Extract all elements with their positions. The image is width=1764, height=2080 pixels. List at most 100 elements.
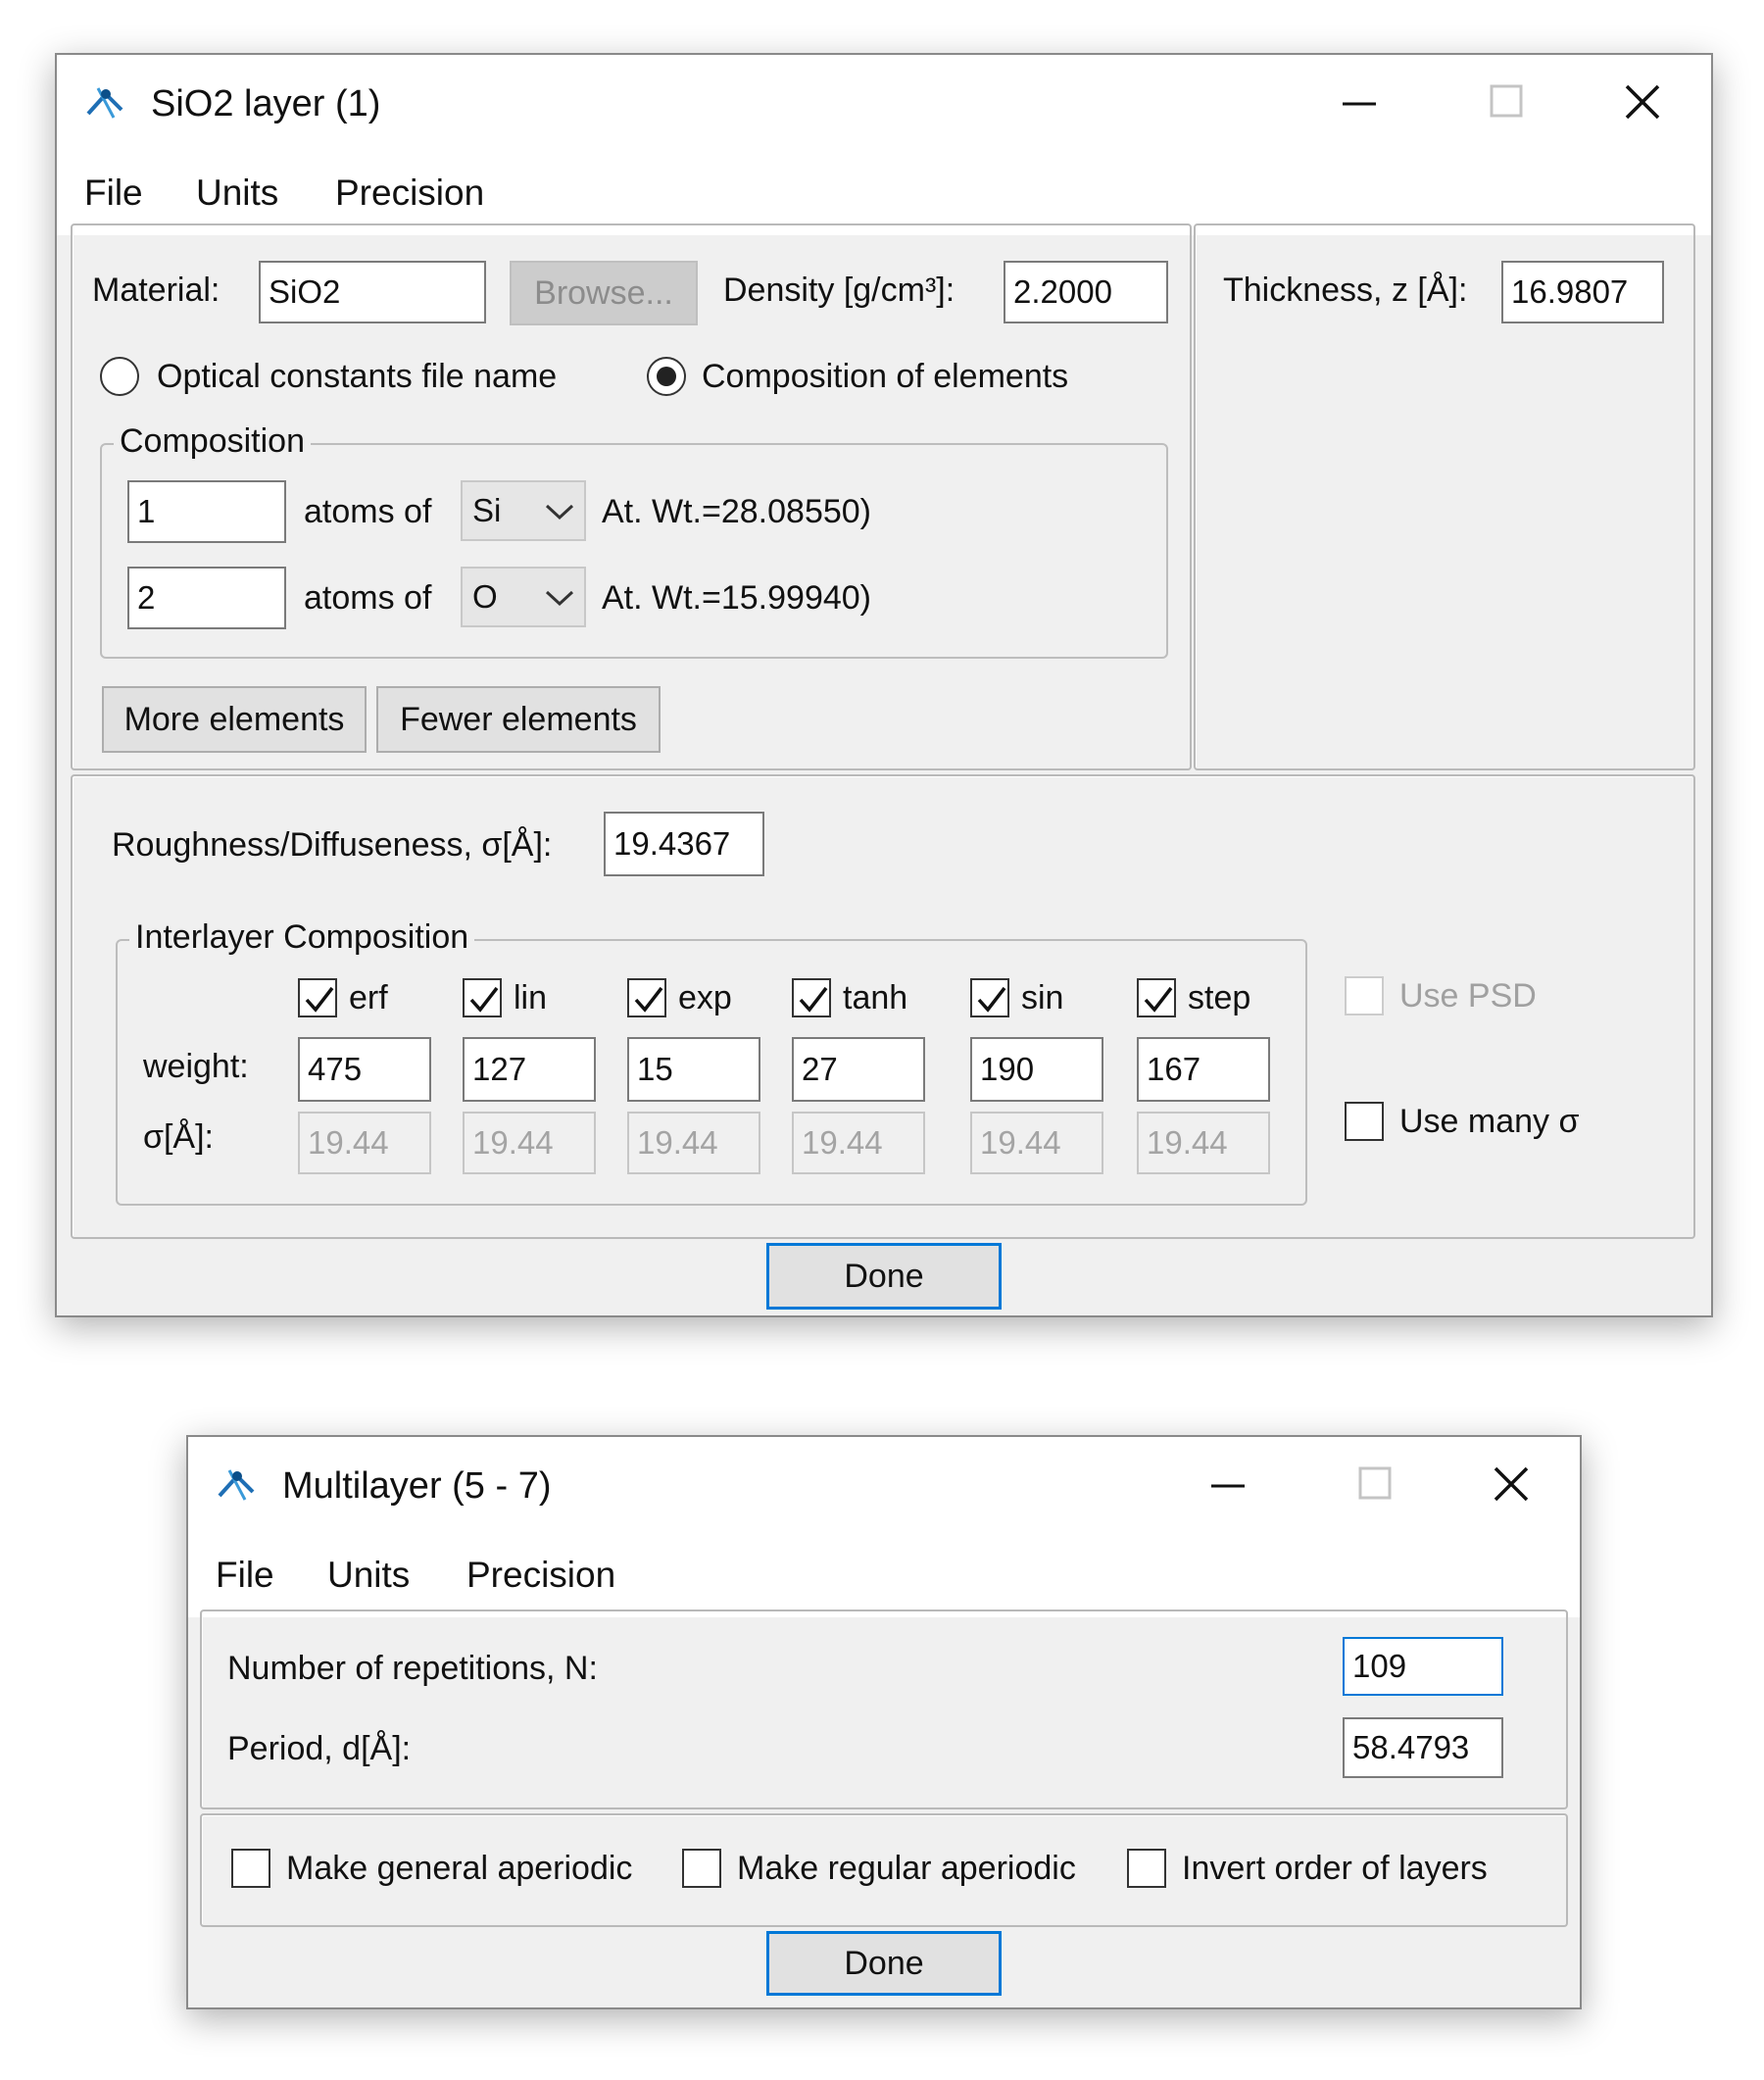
density-input[interactable]: 2.2000 (1004, 261, 1168, 323)
composition-count-input[interactable]: 1 (127, 480, 286, 543)
sin-label: sin (1021, 979, 1064, 1016)
done-button[interactable]: Done (766, 1243, 1002, 1310)
roughness-label: Roughness/Diffuseness, σ[Å]: (112, 826, 553, 864)
element-select-value: O (472, 578, 498, 615)
done-button[interactable]: Done (766, 1931, 1002, 1996)
period-label: Period, d[Å]: (227, 1730, 412, 1767)
erf-checkbox[interactable] (298, 978, 337, 1017)
use-psd-checkbox[interactable] (1345, 976, 1384, 1015)
step-sigma-input: 19.44 (1137, 1112, 1270, 1174)
browse-button[interactable]: Browse... (510, 261, 698, 325)
check-icon (634, 986, 663, 1013)
use-many-sigma-checkbox[interactable] (1345, 1102, 1384, 1141)
composition-group: Composition 1 atoms of Si At. Wt.=28.085… (100, 420, 1168, 659)
menu-precision[interactable]: Precision (466, 1553, 615, 1598)
atomic-weight-label: At. Wt.=28.08550) (602, 493, 871, 530)
optical-constants-label: Optical constants file name (157, 358, 558, 395)
interlayer-group-title: Interlayer Composition (129, 916, 475, 959)
title-bar: Multilayer (5 - 7) (188, 1437, 1580, 1535)
material-panel: Material: SiO2 Browse... Density [g/cm³]… (71, 223, 1192, 770)
material-label: Material: (92, 272, 220, 309)
window-title: Multilayer (5 - 7) (282, 1465, 552, 1507)
close-button[interactable] (1584, 55, 1701, 153)
more-elements-button[interactable]: More elements (102, 686, 367, 753)
exp-weight-input[interactable]: 15 (627, 1037, 760, 1102)
repetitions-panel: Number of repetitions, N: 109 Period, d[… (200, 1610, 1568, 1809)
maximize-icon (1358, 1466, 1392, 1500)
roughness-panel: Roughness/Diffuseness, σ[Å]: 19.4367 Int… (71, 774, 1695, 1239)
check-icon (305, 986, 334, 1013)
atoms-of-label: atoms of (304, 493, 432, 530)
close-button[interactable] (1452, 1437, 1570, 1535)
make-general-aperiodic-label: Make general aperiodic (286, 1850, 633, 1887)
roughness-input[interactable]: 19.4367 (604, 812, 764, 876)
use-psd-label: Use PSD (1399, 977, 1537, 1015)
lin-checkbox[interactable] (463, 978, 502, 1017)
lin-weight-input[interactable]: 127 (463, 1037, 596, 1102)
step-label: step (1188, 979, 1251, 1016)
lin-label: lin (514, 979, 548, 1016)
sin-weight-input[interactable]: 190 (970, 1037, 1103, 1102)
sin-sigma-input: 19.44 (970, 1112, 1103, 1174)
sio2-layer-window: SiO2 layer (1) File Units Precision Mate… (55, 53, 1713, 1317)
density-label: Density [g/cm³]: (723, 272, 956, 309)
minimize-button[interactable] (1168, 1437, 1286, 1535)
menu-file[interactable]: File (84, 171, 143, 216)
menu-bar: File Units Precision (188, 1535, 1580, 1617)
close-icon (1494, 1466, 1529, 1502)
tanh-checkbox[interactable] (792, 978, 831, 1017)
check-icon (799, 986, 828, 1013)
repetitions-input[interactable]: 109 (1343, 1637, 1503, 1696)
use-many-sigma-label: Use many σ (1399, 1103, 1580, 1140)
title-bar: SiO2 layer (1) (57, 55, 1711, 153)
material-input[interactable]: SiO2 (259, 261, 486, 323)
make-regular-aperiodic-checkbox[interactable] (682, 1849, 721, 1888)
menu-units[interactable]: Units (327, 1553, 410, 1598)
tanh-label: tanh (843, 979, 908, 1016)
exp-sigma-input: 19.44 (627, 1112, 760, 1174)
erf-weight-input[interactable]: 475 (298, 1037, 431, 1102)
maximize-icon (1490, 84, 1523, 118)
minimize-button[interactable] (1299, 55, 1417, 153)
thickness-input[interactable]: 16.9807 (1501, 261, 1664, 323)
exp-checkbox[interactable] (627, 978, 666, 1017)
minimize-icon (1343, 102, 1376, 106)
chevron-down-icon (545, 590, 574, 607)
erf-label: erf (349, 979, 388, 1016)
tanh-sigma-input: 19.44 (792, 1112, 925, 1174)
element-select[interactable]: O (461, 567, 586, 627)
step-weight-input[interactable]: 167 (1137, 1037, 1270, 1102)
make-regular-aperiodic-label: Make regular aperiodic (737, 1850, 1076, 1887)
weight-label: weight: (143, 1048, 249, 1085)
composition-count-input[interactable]: 2 (127, 567, 286, 629)
menu-file[interactable]: File (216, 1553, 274, 1598)
repetitions-label: Number of repetitions, N: (227, 1650, 598, 1687)
thickness-panel: Thickness, z [Å]: 16.9807 (1194, 223, 1695, 770)
atoms-of-label: atoms of (304, 579, 432, 617)
element-select-value: Si (472, 492, 502, 528)
sin-checkbox[interactable] (970, 978, 1009, 1017)
menu-precision[interactable]: Precision (335, 171, 484, 216)
composition-radio[interactable] (647, 357, 686, 396)
check-icon (469, 986, 499, 1013)
exp-label: exp (678, 979, 732, 1016)
atomic-weight-label: At. Wt.=15.99940) (602, 579, 871, 617)
fewer-elements-button[interactable]: Fewer elements (376, 686, 661, 753)
invert-order-label: Invert order of layers (1182, 1850, 1488, 1887)
window-title: SiO2 layer (1) (151, 83, 381, 124)
aperiodic-options-panel: Make general aperiodic Make regular aper… (200, 1813, 1568, 1927)
erf-sigma-input: 19.44 (298, 1112, 431, 1174)
optical-constants-radio[interactable] (100, 357, 139, 396)
element-select[interactable]: Si (461, 480, 586, 541)
close-icon (1625, 84, 1660, 120)
menu-units[interactable]: Units (196, 171, 278, 216)
make-general-aperiodic-checkbox[interactable] (231, 1849, 270, 1888)
period-input[interactable]: 58.4793 (1343, 1717, 1503, 1778)
check-icon (977, 986, 1006, 1013)
tanh-weight-input[interactable]: 27 (792, 1037, 925, 1102)
step-checkbox[interactable] (1137, 978, 1176, 1017)
maximize-button[interactable] (1446, 55, 1564, 153)
minimize-icon (1211, 1484, 1245, 1488)
maximize-button[interactable] (1315, 1437, 1433, 1535)
invert-order-checkbox[interactable] (1127, 1849, 1166, 1888)
